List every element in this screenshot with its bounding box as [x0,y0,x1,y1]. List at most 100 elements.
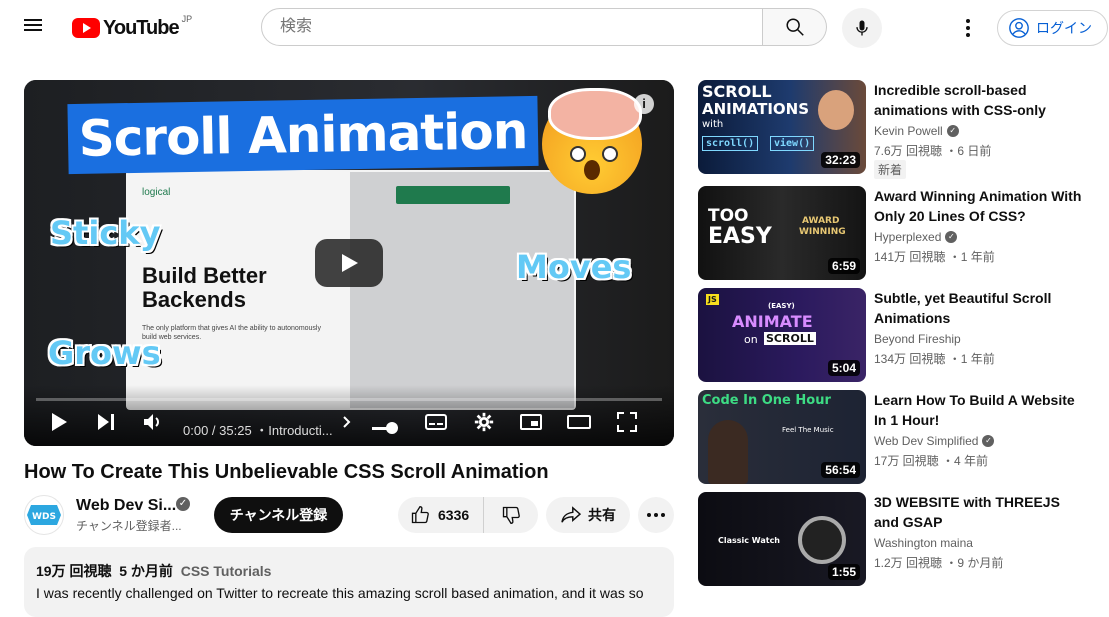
recommendation-thumbnail[interactable]: SCROLL ANIMATIONS with scroll() view() 3… [698,80,866,174]
duration-badge: 6:59 [827,258,860,274]
description-meta: 19万 回視聴 5 か月前 CSS Tutorials [36,561,662,581]
thumbnail-screen-subtext: The only platform that gives AI the abil… [142,325,321,341]
recommendation-title[interactable]: Subtle, yet Beautiful Scroll Animations [874,288,1084,328]
recommendation-stats: 1.2万 回視聴 ・9 か月前 [874,556,1004,570]
settings-button[interactable] [473,409,495,435]
more-actions-button[interactable] [638,497,674,533]
watch-image [798,516,846,564]
thumbnail-screen-logo: logical [142,187,171,198]
like-count: 6336 [438,507,470,523]
recommendation-channel[interactable]: Hyperplexed ✓ [874,230,958,244]
recommendation-channel[interactable]: Web Dev Simplified ✓ [874,434,995,448]
mute-button[interactable] [142,409,164,435]
dislike-button[interactable] [484,497,538,533]
verified-badge-icon: ✓ [176,497,190,511]
recommendation-item[interactable]: SCROLL ANIMATIONS with scroll() view() 3… [698,80,1108,179]
search-input[interactable] [278,17,762,37]
upload-age: 5 か月前 [119,563,173,579]
account-icon [1009,18,1029,38]
chapter-label[interactable]: ・Introducti... [255,423,332,438]
recommendation-item[interactable]: Code In One Hour Feel The Music 56:54 Le… [698,390,1108,484]
settings-menu-button[interactable] [958,17,978,39]
youtube-logo[interactable]: YouTube JP [72,14,192,40]
duration-badge: 5:04 [827,360,860,376]
gear-icon [474,412,494,432]
duration-badge: 1:55 [827,564,860,580]
big-play-button[interactable] [315,239,383,287]
description-box[interactable]: 19万 回視聴 5 か月前 CSS Tutorials I was recent… [24,547,674,617]
theater-icon [567,415,591,429]
menu-button[interactable] [24,16,48,40]
recommendation-thumbnail[interactable]: JS (EASY) ANIMATE on SCROLL 5:04 [698,288,866,382]
player-controls: 0:00 / 35:25 ・Introducti... [24,385,674,446]
more-vertical-icon [966,19,970,23]
channel-avatar[interactable]: WDS [24,495,64,535]
recommendation-stats: 17万 回視聴 ・4 年前 [874,454,989,468]
thumbnail-title: Scroll Animation [67,95,539,175]
verified-icon: ✓ [945,231,958,243]
channel-name[interactable]: Web Dev Si... [76,497,176,515]
mind-blown-emoji-icon [542,88,642,194]
subscribe-button[interactable]: チャンネル登録 [214,497,343,533]
next-button[interactable] [96,409,116,435]
recommendation-title[interactable]: Incredible scroll-based animations with … [874,80,1084,120]
video-title: How To Create This Unbelievable CSS Scro… [24,461,549,483]
recommendation-title[interactable]: Award Winning Animation With Only 20 Lin… [874,186,1084,226]
sticker-moves: Moves [516,248,632,286]
search-box[interactable] [261,8,763,46]
recommendation-item[interactable]: Classic Watch 1:55 3D WEBSITE with THREE… [698,492,1108,586]
recommendation-item[interactable]: JS (EASY) ANIMATE on SCROLL 5:04 Subtle,… [698,288,1108,382]
search-button[interactable] [763,8,827,46]
voice-search-button[interactable] [842,8,882,48]
recommendation-title[interactable]: 3D WEBSITE with THREEJS and GSAP [874,492,1084,532]
recommendation-channel[interactable]: Kevin Powell ✓ [874,124,959,138]
view-count: 19万 回視聴 [36,563,112,579]
search-icon [785,18,804,36]
play-button[interactable] [50,409,68,435]
login-button[interactable]: ログイン [997,10,1108,46]
skip-next-icon [98,414,114,430]
thumbs-down-icon [502,506,520,525]
recommendation-channel[interactable]: Washington maina [874,536,973,550]
miniplayer-icon [520,414,542,430]
volume-knob[interactable] [386,422,398,434]
thumbnail-screen-headline: Build Better Backends [142,263,267,312]
like-dislike-group: 6336 [398,497,538,533]
chapter-chevron[interactable] [342,409,352,435]
progress-bar[interactable] [36,398,662,401]
miniplayer-button[interactable] [520,409,542,435]
share-icon [561,506,582,523]
theater-mode-button[interactable] [567,409,591,435]
time-display: 0:00 / 35:25 ・Introducti... [183,423,333,438]
verified-icon: ✓ [982,435,995,447]
more-horizontal-icon [647,513,651,517]
recommendation-thumbnail[interactable]: TOO EASY AWARD WINNING 6:59 [698,186,866,280]
volume-icon [144,414,159,430]
login-label: ログイン [1036,20,1092,36]
logo-text: YouTube [103,16,180,39]
like-button[interactable]: 6336 [398,497,485,533]
recommendation-thumbnail[interactable]: Code In One Hour Feel The Music 56:54 [698,390,866,484]
recommendation-title[interactable]: Learn How To Build A Website In 1 Hour! [874,390,1084,430]
recommendation-stats: 134万 回視聴 ・1 年前 [874,352,995,366]
wds-logo-icon: WDS [27,505,61,525]
subtitles-icon [425,414,447,430]
new-badge: 新着 [874,160,907,179]
recommendation-item[interactable]: TOO EASY AWARD WINNING 6:59 Award Winnin… [698,186,1108,280]
info-icon[interactable]: i [634,94,654,114]
recommendation-thumbnail[interactable]: Classic Watch 1:55 [698,492,866,586]
recommendation-channel[interactable]: Beyond Fireship [874,332,961,346]
person-silhouette [708,420,748,484]
video-player[interactable]: logical Build Better Backends The only p… [24,80,674,446]
fullscreen-button[interactable] [617,409,637,435]
sticker-sticky: Sticky [50,214,161,252]
share-button[interactable]: 共有 [546,497,630,533]
hashtag-link[interactable]: CSS Tutorials [181,563,272,579]
thumbs-up-icon [411,505,429,524]
avatar-text: WDS [32,512,56,522]
fullscreen-icon [617,412,637,432]
sticker-grows: Grows [48,334,161,372]
subtitles-button[interactable] [425,409,447,435]
subscriber-count: チャンネル登録者... [76,519,182,533]
chevron-right-icon [343,416,351,428]
